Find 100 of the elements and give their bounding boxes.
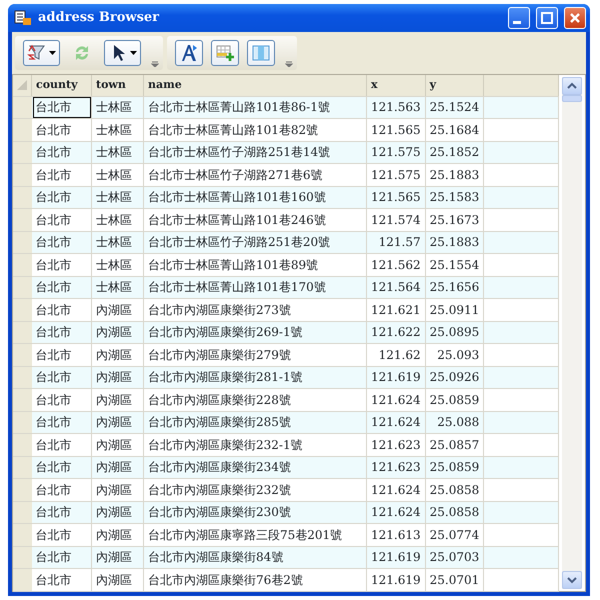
table-cell: 台北市士林區菁山路101巷82號 — [144, 118, 366, 141]
add-row-icon — [215, 43, 235, 63]
row-header[interactable] — [13, 434, 32, 456]
pointer-button[interactable] — [104, 40, 141, 66]
app-icon — [14, 10, 32, 26]
row-header[interactable] — [13, 456, 32, 478]
row-header[interactable] — [13, 298, 32, 321]
table-cell: 25.0858 — [425, 501, 484, 524]
table-cell: 25.0895 — [425, 321, 484, 344]
table-cell: 內湖區 — [92, 568, 144, 591]
table-cell: 內湖區 — [92, 298, 144, 321]
scroll-down-button[interactable] — [562, 571, 582, 589]
column-header[interactable]: y — [425, 75, 484, 96]
add-row-button[interactable] — [211, 40, 239, 66]
column-header[interactable]: x — [366, 75, 426, 96]
column-header[interactable]: town — [92, 75, 144, 96]
table-cell: 內湖區 — [92, 456, 144, 478]
table-cell: 25.1554 — [425, 254, 484, 276]
table-cell: 台北市 — [32, 141, 92, 164]
table-cell: 25.088 — [425, 411, 484, 434]
table-cell: 台北市內湖區康樂街285號 — [144, 411, 366, 434]
overflow-icon[interactable] — [285, 61, 293, 67]
table-cell: 內湖區 — [92, 366, 144, 388]
table-cell: 25.1852 — [425, 141, 484, 164]
row-header[interactable] — [13, 276, 32, 298]
table-cell: 121.624 — [366, 501, 426, 524]
column-header[interactable]: county — [32, 75, 92, 96]
filter-button[interactable] — [23, 40, 60, 66]
table-cell: 台北市 — [32, 231, 92, 254]
close-button[interactable] — [564, 7, 586, 29]
table-cell: 121.624 — [366, 411, 426, 434]
table-cell: 士林區 — [92, 96, 144, 118]
row-header[interactable] — [13, 388, 32, 411]
table-cell: 台北市 — [32, 344, 92, 366]
table-cell: 士林區 — [92, 118, 144, 141]
table-cell: 121.624 — [366, 388, 426, 411]
table-cell: 台北市內湖區康樂街232號 — [144, 478, 366, 501]
table-cell: 內湖區 — [92, 321, 144, 344]
scroll-up-button[interactable] — [562, 77, 582, 95]
row-header[interactable] — [13, 321, 32, 344]
table-cell: 121.575 — [366, 164, 426, 186]
table-cell: 內湖區 — [92, 411, 144, 434]
table-cell: 25.1673 — [425, 208, 484, 231]
row-header[interactable] — [13, 546, 32, 568]
table-cell: 台北市 — [32, 366, 92, 388]
table-cell: 25.1684 — [425, 118, 484, 141]
table-cell: 內湖區 — [92, 478, 144, 501]
table-cell: 士林區 — [92, 141, 144, 164]
table-cell: 台北市士林區菁山路101巷86-1號 — [144, 96, 366, 118]
table-cell: 台北市 — [32, 501, 92, 524]
columns-button[interactable] — [247, 40, 275, 66]
close-icon — [569, 12, 581, 24]
table-cell: 台北市士林區竹子湖路271巷6號 — [144, 164, 366, 186]
table-cell: 台北市士林區菁山路101巷246號 — [144, 208, 366, 231]
table-cell: 台北市內湖區康樂街273號 — [144, 298, 366, 321]
row-header[interactable] — [13, 208, 32, 231]
table-cell: 內湖區 — [92, 501, 144, 524]
table-cell: 121.619 — [366, 546, 426, 568]
table-cell: 台北市內湖區康樂街234號 — [144, 456, 366, 478]
minimize-icon — [513, 20, 521, 24]
row-header[interactable] — [13, 118, 32, 141]
table-cell: 25.0858 — [425, 478, 484, 501]
table-cell: 25.1883 — [425, 231, 484, 254]
row-header[interactable] — [13, 501, 32, 524]
table-cell: 25.1583 — [425, 186, 484, 208]
row-header[interactable] — [13, 568, 32, 591]
table-cell: 士林區 — [92, 208, 144, 231]
column-header[interactable]: name — [144, 75, 366, 96]
table-cell: 內湖區 — [92, 434, 144, 456]
table-cell: 121.563 — [366, 96, 426, 118]
row-header[interactable] — [13, 344, 32, 366]
maximize-button[interactable] — [536, 7, 558, 29]
table-cell: 台北市士林區竹子湖路251巷14號 — [144, 141, 366, 164]
table-cell: 內湖區 — [92, 388, 144, 411]
minimize-button[interactable] — [508, 7, 530, 29]
table-cell: 台北市士林區菁山路101巷160號 — [144, 186, 366, 208]
table-cell: 121.623 — [366, 456, 426, 478]
overflow-icon[interactable] — [151, 61, 159, 67]
row-header[interactable] — [13, 478, 32, 501]
table-cell: 121.565 — [366, 118, 426, 141]
scroll-thumb[interactable] — [562, 95, 582, 102]
caret-icon — [49, 51, 56, 55]
row-header[interactable] — [13, 96, 32, 118]
row-header[interactable] — [13, 366, 32, 388]
row-header[interactable] — [13, 524, 32, 546]
table-cell: 台北市 — [32, 321, 92, 344]
row-header[interactable] — [13, 141, 32, 164]
table-cell: 25.0859 — [425, 388, 484, 411]
table-cell: 內湖區 — [92, 524, 144, 546]
row-header[interactable] — [13, 231, 32, 254]
table-cell: 121.575 — [366, 141, 426, 164]
row-header[interactable] — [13, 411, 32, 434]
table-cell: 台北市 — [32, 164, 92, 186]
table-cell: 士林區 — [92, 276, 144, 298]
columns-icon — [251, 43, 271, 63]
row-header[interactable] — [13, 164, 32, 186]
font-button[interactable] — [175, 40, 203, 66]
table-cell: 台北市 — [32, 298, 92, 321]
row-header[interactable] — [13, 186, 32, 208]
row-header[interactable] — [13, 254, 32, 276]
